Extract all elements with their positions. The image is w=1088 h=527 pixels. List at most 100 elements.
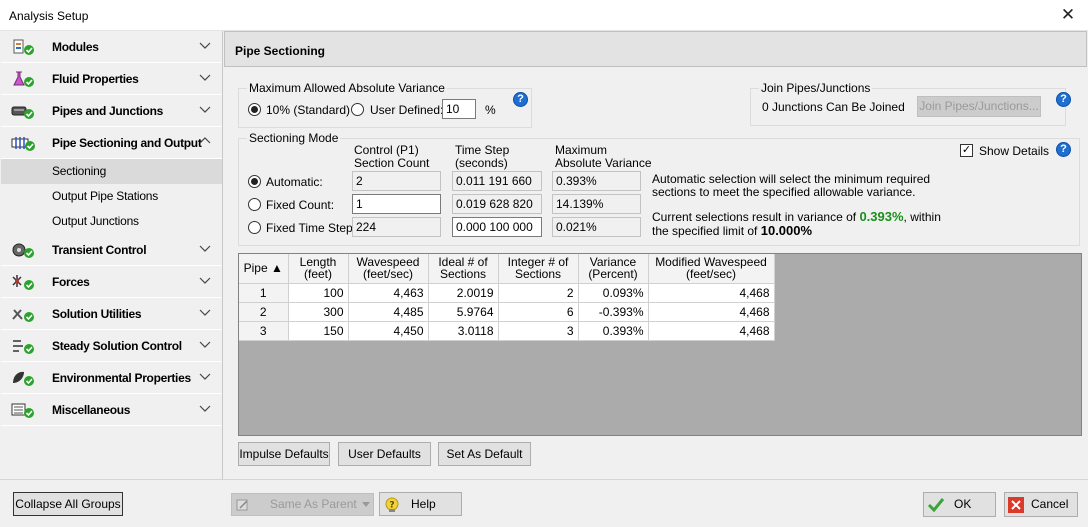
fixed-count-input[interactable]: 1 — [352, 194, 441, 214]
user-variance-radio[interactable] — [351, 103, 364, 116]
sidebar-item-output-pipe-stations[interactable]: Output Pipe Stations — [1, 184, 222, 209]
sidebar-group-pipe-sectioning-and-output[interactable]: Pipe Sectioning and Output — [1, 127, 222, 159]
sidebar-group-label: Solution Utilities — [52, 307, 142, 321]
automatic-time-step: 0.011 191 660 — [452, 171, 542, 191]
help-icon[interactable]: ? — [513, 92, 528, 107]
help-icon[interactable]: ? — [1056, 92, 1071, 107]
chevron-down-icon[interactable] — [199, 274, 211, 286]
chevron-down-icon[interactable] — [199, 39, 211, 51]
modules-icon — [13, 39, 34, 55]
cell: 4,463 — [348, 283, 429, 303]
sidebar-group-modules[interactable]: Modules — [1, 31, 222, 63]
fixed-time-step-input[interactable]: 0.000 100 000 — [452, 217, 542, 237]
sidebar-group-transient-control[interactable]: Transient Control — [1, 234, 222, 266]
set-as-default-button[interactable]: Set As Default — [438, 442, 531, 466]
sidebar-group-label: Pipes and Junctions — [52, 104, 163, 118]
dropdown-arrow-icon — [362, 502, 370, 507]
check-icon — [927, 498, 945, 513]
chevron-down-icon[interactable] — [199, 242, 211, 254]
cell: 3.0118 — [428, 321, 499, 341]
col-length[interactable]: Length (feet) — [288, 254, 349, 284]
show-details-label: Show Details — [979, 144, 1050, 158]
join-pipes-button[interactable]: Join Pipes/Junctions... — [917, 96, 1041, 117]
user-defaults-button[interactable]: User Defaults — [338, 442, 431, 466]
table-row[interactable]: 3 150 4,450 3.0118 3 0.393% 4,468 — [239, 321, 775, 341]
panel-header: Pipe Sectioning — [224, 31, 1087, 67]
col-pipe[interactable]: Pipe ▲ — [239, 254, 289, 284]
flask-icon — [13, 71, 34, 87]
standard-variance-label: 10% (Standard) — [266, 103, 351, 117]
cell: 6 — [498, 302, 579, 322]
cancel-button[interactable]: Cancel — [1004, 492, 1078, 517]
result-variance-value: 0.393% — [859, 209, 904, 224]
sidebar-group-miscellaneous[interactable]: Miscellaneous — [1, 394, 222, 426]
sidebar-group-label: Transient Control — [52, 243, 147, 257]
main-panel: Pipe Sectioning Maximum Allowed Absolute… — [224, 31, 1087, 479]
edit-icon — [236, 499, 248, 511]
col-wavespeed[interactable]: Wavespeed (feet/sec) — [348, 254, 429, 284]
cell: 4,468 — [648, 283, 775, 303]
sidebar-group-label: Steady Solution Control — [52, 339, 182, 353]
window-title: Analysis Setup — [9, 9, 89, 23]
table-row[interactable]: 1 100 4,463 2.0019 2 0.093% 4,468 — [239, 283, 775, 303]
sidebar-group-label: Forces — [52, 275, 90, 289]
help-icon[interactable]: ? — [1056, 142, 1071, 157]
cell: -0.393% — [578, 302, 649, 322]
sidebar-item-sectioning[interactable]: Sectioning — [1, 159, 222, 184]
col-modified-wavespeed[interactable]: Modified Wavespeed (feet/sec) — [648, 254, 775, 284]
sidebar-group-pipes-and-junctions[interactable]: Pipes and Junctions — [1, 95, 222, 127]
fixed-count-time-step: 0.019 628 820 — [452, 194, 542, 214]
impulse-defaults-button[interactable]: Impulse Defaults — [238, 442, 330, 466]
chevron-down-icon[interactable] — [199, 370, 211, 382]
sidebar-item-output-junctions[interactable]: Output Junctions — [1, 209, 222, 234]
steady-icon — [13, 340, 34, 354]
show-details-checkbox[interactable]: ✓ — [960, 144, 973, 157]
table-header-row: Pipe ▲ Length (feet) Wavespeed (feet/sec) … — [239, 254, 775, 284]
chevron-down-icon[interactable] — [199, 402, 211, 414]
sidebar-group-environmental-properties[interactable]: Environmental Properties — [1, 362, 222, 394]
chevron-down-icon[interactable] — [199, 306, 211, 318]
standard-variance-radio[interactable] — [248, 103, 261, 116]
col-ideal-sections[interactable]: Ideal # of Sections — [428, 254, 499, 284]
same-as-parent-label: Same As Parent — [270, 497, 357, 511]
fixed-count-label: Fixed Count: — [266, 198, 335, 212]
sections-table[interactable]: Pipe ▲ Length (feet) Wavespeed (feet/sec) … — [238, 253, 1082, 436]
user-variance-input[interactable]: 10 — [442, 99, 476, 119]
ok-button[interactable]: OK — [923, 492, 996, 517]
col-variance[interactable]: Variance (Percent) — [578, 254, 649, 284]
same-as-parent-dropdown[interactable]: Same As Parent — [231, 493, 374, 516]
chevron-down-icon[interactable] — [199, 338, 211, 350]
cell: 100 — [288, 283, 349, 303]
fixed-time-step-count: 224 — [352, 217, 441, 237]
col-integer-sections[interactable]: Integer # of Sections — [498, 254, 579, 284]
col-header-count: Control (P1) Section Count — [354, 143, 430, 170]
automatic-radio[interactable] — [248, 175, 261, 188]
info-text: Automatic selection will select the mini… — [652, 172, 931, 199]
fixed-time-step-radio[interactable] — [248, 221, 261, 234]
environment-icon — [13, 371, 34, 386]
sidebar-group-forces[interactable]: Forces — [1, 266, 222, 298]
variance-legend: Maximum Allowed Absolute Variance — [247, 81, 447, 95]
cell: 1 — [239, 283, 289, 303]
chevron-up-icon[interactable] — [199, 135, 211, 147]
sidebar-group-solution-utilities[interactable]: Solution Utilities — [1, 298, 222, 330]
chevron-down-icon[interactable] — [199, 71, 211, 83]
sidebar-group-fluid-properties[interactable]: Fluid Properties — [1, 63, 222, 95]
automatic-count: 2 — [352, 171, 441, 191]
sidebar-group-label: Pipe Sectioning and Output — [52, 136, 202, 150]
join-status: 0 Junctions Can Be Joined — [762, 100, 905, 114]
help-button[interactable]: ? Help — [379, 492, 462, 516]
fixed-count-variance: 14.139% — [552, 194, 641, 214]
result-text: Current selections result in variance of… — [652, 209, 941, 239]
table-row[interactable]: 2 300 4,485 5.9764 6 -0.393% 4,468 — [239, 302, 775, 322]
sidebar-group-steady-solution-control[interactable]: Steady Solution Control — [1, 330, 222, 362]
help-label: Help — [411, 497, 436, 511]
cancel-label: Cancel — [1031, 497, 1069, 511]
fixed-count-radio[interactable] — [248, 198, 261, 211]
join-legend: Join Pipes/Junctions — [759, 81, 873, 95]
transient-icon — [12, 243, 34, 258]
close-icon[interactable]: ✕ — [1058, 5, 1078, 25]
chevron-down-icon[interactable] — [199, 103, 211, 115]
collapse-all-groups-button[interactable]: Collapse All Groups — [13, 492, 123, 516]
pipe-icon — [11, 106, 34, 119]
